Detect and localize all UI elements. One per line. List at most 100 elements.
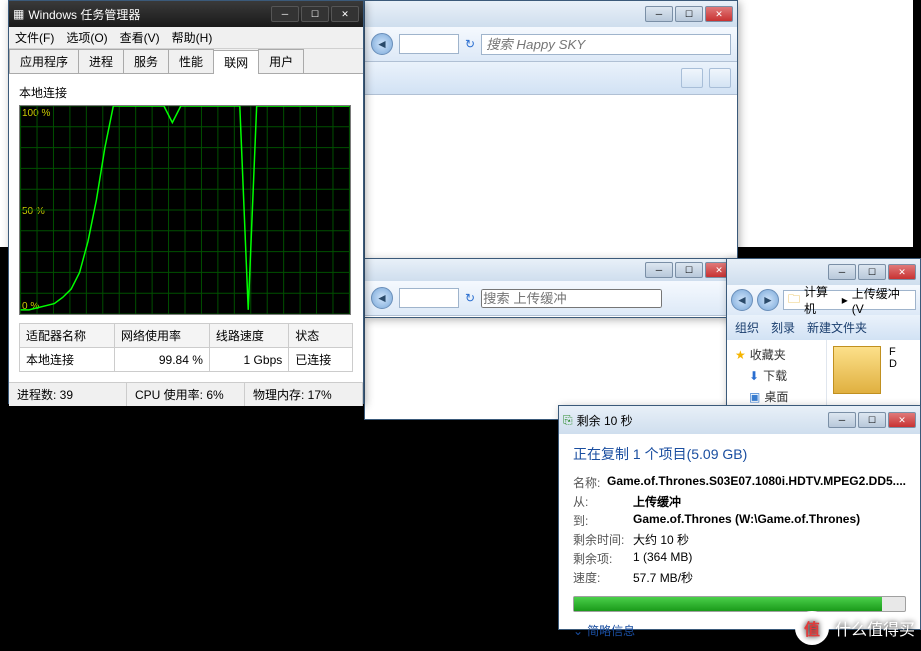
- status-cpu: CPU 使用率: 6%: [127, 383, 245, 406]
- label-name: 名称:: [573, 474, 607, 491]
- tab-users[interactable]: 用户: [258, 49, 304, 73]
- sidebar-item-downloads[interactable]: ⬇下载: [735, 365, 818, 386]
- maximize-button[interactable]: ☐: [675, 262, 703, 278]
- adapter-table: 适配器名称 网络使用率 线路速度 状态 本地连接 99.84 % 1 Gbps …: [19, 323, 353, 372]
- favorites-header[interactable]: ★收藏夹: [735, 344, 818, 365]
- value-time-left: 大约 10 秒: [633, 531, 906, 548]
- label-speed: 速度:: [573, 569, 633, 586]
- sidebar: ★收藏夹 ⬇下载 ▣桌面: [727, 340, 827, 411]
- toolbar: 组织 刻录 新建文件夹: [727, 315, 920, 340]
- file-pane[interactable]: [365, 95, 737, 415]
- menu-view[interactable]: 查看(V): [120, 29, 160, 46]
- organize-menu[interactable]: 组织: [735, 319, 759, 336]
- nav-bar: ◄ ↻: [365, 281, 737, 316]
- new-folder-button[interactable]: 新建文件夹: [807, 319, 867, 336]
- tab-performance[interactable]: 性能: [168, 49, 214, 73]
- tab-networking[interactable]: 联网: [213, 50, 259, 74]
- star-icon: ★: [735, 348, 746, 362]
- crumb[interactable]: 上传缓冲 (V: [852, 285, 911, 316]
- close-button[interactable]: ✕: [705, 6, 733, 22]
- menu-help[interactable]: 帮助(H): [172, 29, 213, 46]
- folder-icon: 🗀: [788, 290, 800, 311]
- minimize-button[interactable]: ─: [645, 6, 673, 22]
- sidebar-item-desktop[interactable]: ▣桌面: [735, 386, 818, 407]
- view-button[interactable]: [681, 68, 703, 88]
- close-button[interactable]: ✕: [331, 6, 359, 22]
- close-button[interactable]: ✕: [888, 264, 916, 280]
- titlebar[interactable]: ⎘ 剩余 10 秒 ─ ☐ ✕: [559, 406, 920, 434]
- value-to[interactable]: Game.of.Thrones (W:\Game.of.Thrones): [633, 512, 906, 529]
- maximize-button[interactable]: ☐: [858, 264, 886, 280]
- label-time-left: 剩余时间:: [573, 531, 633, 548]
- back-button[interactable]: ◄: [731, 289, 753, 311]
- address-bar[interactable]: [399, 34, 459, 54]
- value-from[interactable]: 上传缓冲: [633, 493, 906, 510]
- value-name: Game.of.Thrones.S03E07.1080i.HDTV.MPEG2.…: [607, 474, 906, 491]
- table-row[interactable]: 本地连接 99.84 % 1 Gbps 已连接: [20, 348, 353, 372]
- nav-bar: ◄ ↻: [365, 27, 737, 62]
- maximize-button[interactable]: ☐: [675, 6, 703, 22]
- menu-options[interactable]: 选项(O): [66, 29, 107, 46]
- col-speed[interactable]: 线路速度: [209, 324, 288, 348]
- col-state[interactable]: 状态: [289, 324, 353, 348]
- explorer-window-2[interactable]: ─ ☐ ✕ ◄ ↻: [364, 258, 738, 318]
- maximize-button[interactable]: ☐: [858, 412, 886, 428]
- tab-applications[interactable]: 应用程序: [9, 49, 79, 73]
- status-memory: 物理内存: 17%: [245, 383, 363, 406]
- minimize-button[interactable]: ─: [828, 412, 856, 428]
- forward-button[interactable]: ►: [757, 289, 779, 311]
- back-button[interactable]: ◄: [371, 33, 393, 55]
- window-title: 剩余 10 秒: [577, 412, 633, 429]
- progress-bar: [573, 596, 906, 612]
- refresh-icon[interactable]: ↻: [465, 37, 475, 51]
- burn-menu[interactable]: 刻录: [771, 319, 795, 336]
- close-button[interactable]: ✕: [888, 412, 916, 428]
- refresh-icon[interactable]: ↻: [465, 291, 475, 305]
- desktop-icon: ▣: [749, 390, 760, 404]
- titlebar[interactable]: ▦ Windows 任务管理器 ─ ☐ ✕: [9, 1, 363, 27]
- download-icon: ⬇: [749, 369, 759, 383]
- label-from: 从:: [573, 493, 633, 510]
- titlebar[interactable]: ─ ☐ ✕: [365, 259, 737, 281]
- help-button[interactable]: [709, 68, 731, 88]
- address-bar[interactable]: [399, 288, 459, 308]
- label-items-left: 剩余项:: [573, 550, 633, 567]
- minimize-button[interactable]: ─: [645, 262, 673, 278]
- menu-file[interactable]: 文件(F): [15, 29, 54, 46]
- folder-icon[interactable]: [833, 346, 881, 394]
- tab-services[interactable]: 服务: [123, 49, 169, 73]
- crumb[interactable]: 计算机: [804, 283, 838, 317]
- back-button[interactable]: ◄: [371, 287, 393, 309]
- col-adapter[interactable]: 适配器名称: [20, 324, 115, 348]
- watermark: 值 什么值得买: [795, 611, 915, 645]
- search-input[interactable]: [481, 289, 662, 308]
- titlebar[interactable]: ─ ☐ ✕: [365, 1, 737, 27]
- label-to: 到:: [573, 512, 633, 529]
- nav-bar: ◄ ► 🗀 计算机 ▸ 上传缓冲 (V: [727, 285, 920, 315]
- col-usage[interactable]: 网络使用率: [114, 324, 209, 348]
- maximize-button[interactable]: ☐: [301, 6, 329, 22]
- watermark-badge: 值: [795, 611, 829, 645]
- toolbar: [365, 62, 737, 95]
- breadcrumb[interactable]: 🗀 计算机 ▸ 上传缓冲 (V: [783, 290, 916, 310]
- minimize-button[interactable]: ─: [271, 6, 299, 22]
- network-graph: 100 % 50 % 0 %: [19, 105, 351, 315]
- task-manager-window[interactable]: ▦ Windows 任务管理器 ─ ☐ ✕ 文件(F) 选项(O) 查看(V) …: [8, 0, 364, 404]
- tab-bar: 应用程序 进程 服务 性能 联网 用户: [9, 49, 363, 74]
- graph-label: 本地连接: [19, 84, 353, 101]
- value-speed: 57.7 MB/秒: [633, 569, 906, 586]
- status-bar: 进程数: 39 CPU 使用率: 6% 物理内存: 17%: [9, 382, 363, 406]
- copy-icon: ⎘: [563, 413, 573, 428]
- file-pane[interactable]: FD: [827, 340, 920, 411]
- minimize-button[interactable]: ─: [828, 264, 856, 280]
- explorer-window-1[interactable]: ─ ☐ ✕ ◄ ↻: [364, 0, 738, 420]
- titlebar[interactable]: ─ ☐ ✕: [727, 259, 920, 285]
- copy-dialog[interactable]: ⎘ 剩余 10 秒 ─ ☐ ✕ 正在复制 1 个项目(5.09 GB) 名称:G…: [558, 405, 921, 630]
- tab-processes[interactable]: 进程: [78, 49, 124, 73]
- menubar: 文件(F) 选项(O) 查看(V) 帮助(H): [9, 27, 363, 49]
- value-items-left: 1 (364 MB): [633, 550, 906, 567]
- status-processes: 进程数: 39: [9, 383, 127, 406]
- window-title: Windows 任务管理器: [28, 6, 140, 23]
- search-input[interactable]: [481, 34, 731, 55]
- chevron-down-icon: ⌄: [573, 624, 583, 638]
